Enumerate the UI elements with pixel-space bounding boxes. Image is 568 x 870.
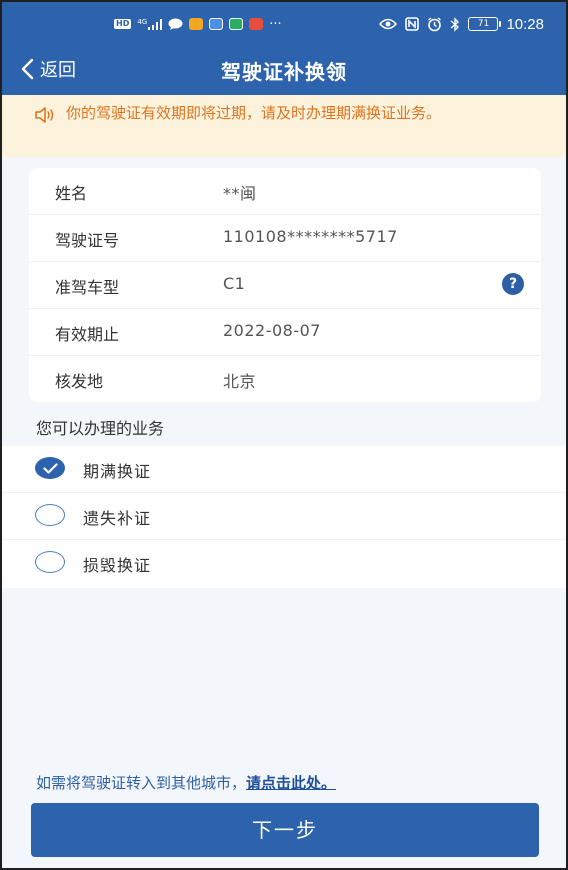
radio-checked[interactable] [35,457,65,479]
info-value: **闽 [223,184,257,203]
status-left: HD 4G ··· [114,15,282,33]
bluetooth-icon [450,16,460,32]
info-value: 2022-08-07 [223,321,321,340]
info-value: 110108********5717 [223,227,398,246]
alarm-icon [428,16,442,31]
info-row-expiry-date: 有效期止 2022-08-07 [29,309,541,356]
option-label: 损毁换证 [83,556,152,575]
info-label: 有效期止 [55,325,120,344]
chat-bubble-icon [168,18,183,30]
info-row-vehicle-class: 准驾车型 C1 ? [29,262,541,309]
header: HD 4G ··· 71 10:28 返回 驾驶证补换领 [2,2,566,95]
app-notification-icon [189,18,204,30]
app-notification-icon [249,18,264,30]
option-label: 期满换证 [83,462,152,481]
license-info-card: 姓名 **闽 驾驶证号 110108********5717 准驾车型 C1 ?… [29,168,541,402]
service-options: 期满换证 遗失补证 损毁换证 [2,446,566,588]
next-step-button[interactable]: 下一步 [31,803,539,857]
app-screen: HD 4G ··· 71 10:28 返回 驾驶证补换领 你的驾驶证有效期即将过… [0,0,568,870]
page-title: 驾驶证补换领 [221,60,347,84]
more-notifications-icon: ··· [269,16,282,32]
signal-icon: 4G [137,17,163,30]
status-bar: HD 4G ··· 71 10:28 [2,2,566,44]
option-damaged-replacement[interactable]: 损毁换证 [2,540,566,587]
info-label: 驾驶证号 [55,231,120,250]
hd-badge: HD [114,19,132,29]
transfer-hint: 如需将驾驶证转入到其他城市，请点击此处。 [36,772,336,793]
app-notification-icon [229,18,244,30]
check-icon [43,463,58,474]
info-label: 姓名 [55,184,88,203]
nfc-icon [405,17,420,31]
nav-bar: 返回 驾驶证补换领 [2,44,566,95]
radio-unchecked[interactable] [35,504,65,526]
info-row-issuing-place: 核发地 北京 [29,356,541,403]
option-lost-replacement[interactable]: 遗失补证 [2,493,566,540]
app-notification-icon [209,18,224,30]
option-label: 遗失补证 [83,509,152,528]
option-renewal[interactable]: 期满换证 [2,446,566,493]
speaker-icon [35,107,54,123]
info-row-license-number: 驾驶证号 110108********5717 [29,215,541,262]
status-right: 71 10:28 [379,14,544,34]
info-value: 北京 [223,372,257,391]
services-heading: 您可以办理的业务 [36,419,165,438]
info-label: 准驾车型 [55,278,120,297]
signal-label: 4G [137,17,148,26]
radio-unchecked[interactable] [35,551,65,573]
info-value: C1 [223,274,246,293]
question-circle-icon[interactable]: ? [502,273,524,295]
battery-icon: 71 [468,17,502,31]
info-label: 核发地 [55,372,104,391]
transfer-text: 如需将驾驶证转入到其他城市， [36,774,247,792]
expiry-notice: 你的驾驶证有效期即将过期，请及时办理期满换证业务。 [2,95,566,157]
notice-text: 你的驾驶证有效期即将过期，请及时办理期满换证业务。 [66,104,442,122]
eye-icon [379,18,398,30]
info-row-name: 姓名 **闽 [29,168,541,215]
status-time: 10:28 [506,15,544,33]
transfer-link[interactable]: 请点击此处。 [246,774,336,792]
